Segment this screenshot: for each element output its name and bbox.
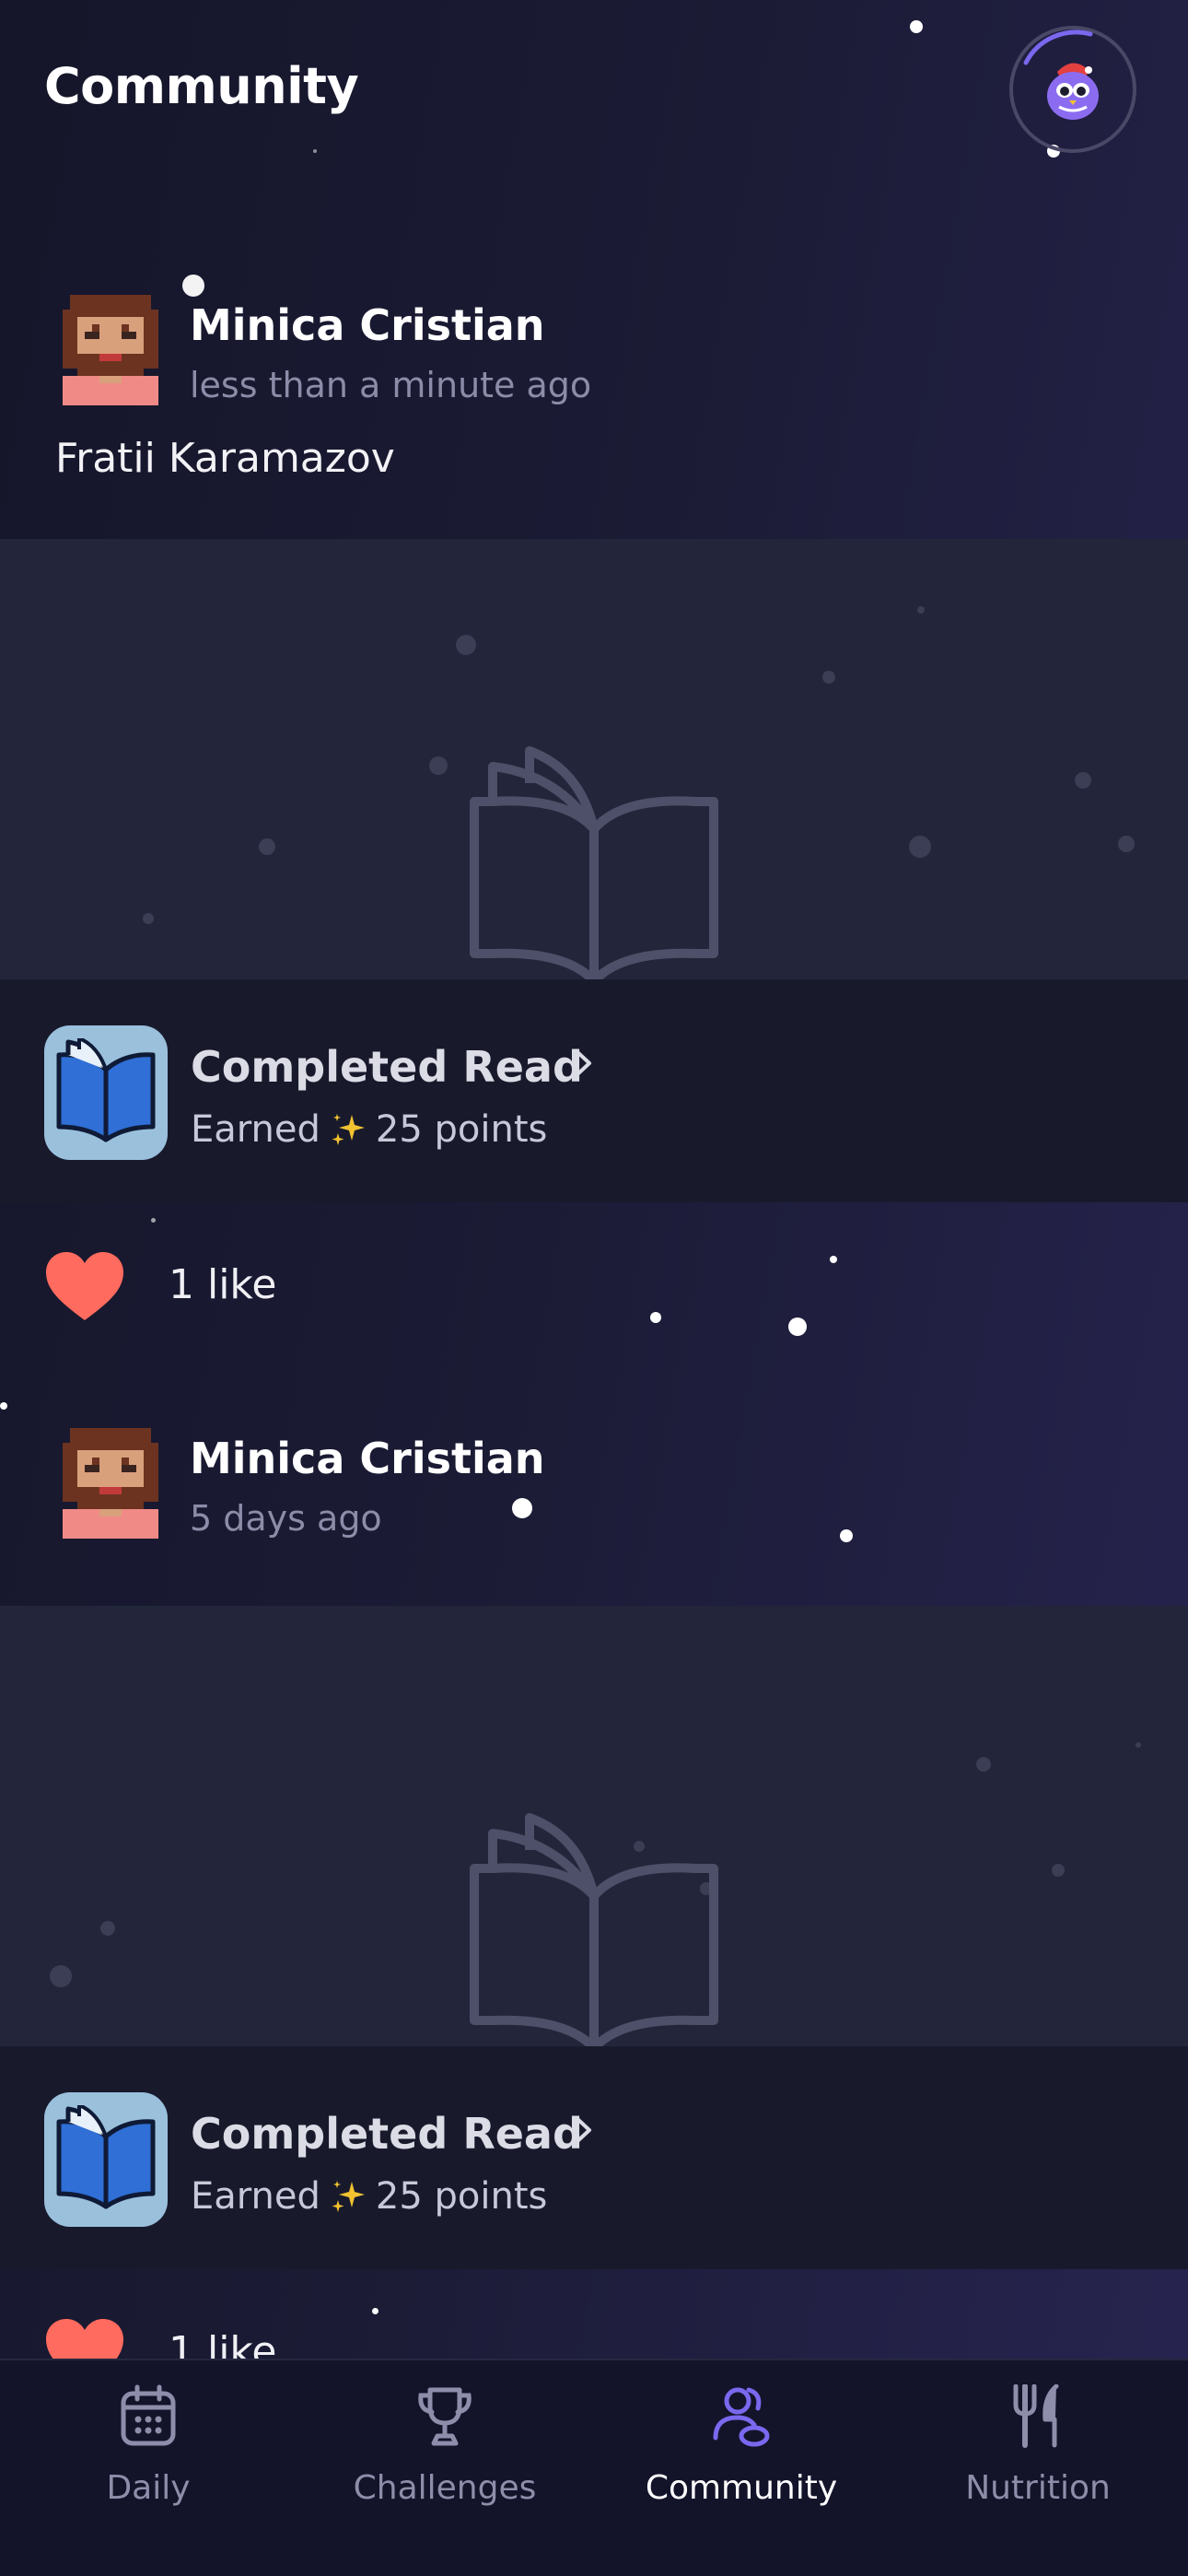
tab-community[interactable]: Community [593, 2360, 890, 2576]
tab-label: Challenges [353, 2469, 537, 2507]
fork-knife-icon [1013, 2384, 1059, 2448]
activity-card[interactable]: Completed Read Earned 25 points [0, 979, 1188, 1202]
decor-dot [259, 838, 275, 855]
snow-particle [151, 1218, 156, 1223]
avatar[interactable] [63, 293, 158, 407]
sparkle-icon [332, 1114, 365, 1145]
post-text: Fratii Karamazov [55, 435, 395, 482]
activity-card[interactable]: Completed Read Earned 25 points [0, 2046, 1188, 2269]
chevron-right-icon [575, 2116, 591, 2144]
points-earned: Earned 25 points [191, 2175, 547, 2218]
like-count[interactable]: 1 like [169, 1261, 276, 1308]
earned-label: Earned [191, 1108, 320, 1151]
decor-dot [456, 635, 476, 655]
decor-dot [976, 1757, 991, 1772]
tab-label: Daily [106, 2469, 191, 2507]
activity-title: Completed Read [191, 2109, 583, 2159]
post-author[interactable]: Minica Cristian [190, 1434, 545, 1483]
open-book-icon [470, 746, 718, 986]
decor-dot [1136, 1742, 1141, 1748]
points-value: 25 points [375, 2175, 548, 2218]
users-icon [713, 2387, 770, 2447]
calendar-icon [121, 2384, 176, 2446]
decor-dot [1052, 1864, 1065, 1877]
decor-dot [429, 756, 448, 775]
header: Community [0, 0, 1188, 175]
decor-dot [50, 1965, 72, 1987]
bottom-tab-bar: Daily Challenges Community Nutrition [0, 2359, 1188, 2576]
earned-label: Earned [191, 2175, 320, 2218]
decor-dot [143, 913, 154, 924]
tab-label: Community [645, 2469, 838, 2507]
points-earned: Earned 25 points [191, 1108, 547, 1151]
owl-mascot-icon [1047, 63, 1099, 120]
decor-dot [100, 1921, 115, 1936]
post-header: Minica Cristian 5 days ago [0, 1410, 1188, 1603]
points-value: 25 points [375, 1108, 548, 1151]
snow-particle [0, 1402, 7, 1410]
decor-dot [909, 836, 931, 858]
post-header: Minica Cristian less than a minute ago F… [0, 276, 1188, 534]
sparkle-icon [332, 2181, 365, 2212]
decor-dot [1075, 772, 1091, 789]
avatar[interactable] [63, 1426, 158, 1540]
open-book-icon [470, 1813, 718, 2053]
trophy-icon [418, 2387, 472, 2446]
tab-daily[interactable]: Daily [0, 2360, 297, 2576]
activity-title: Completed Read [191, 1042, 583, 1092]
book-badge-icon [44, 1025, 168, 1160]
like-row: 1 like [0, 1230, 1188, 1341]
decor-dot [822, 671, 835, 684]
post-author[interactable]: Minica Cristian [190, 300, 545, 350]
decor-dot [917, 606, 925, 614]
profile-button[interactable] [1009, 26, 1136, 153]
tab-challenges[interactable]: Challenges [297, 2360, 593, 2576]
post-timestamp: 5 days ago [190, 1498, 382, 1539]
decor-dot [1118, 836, 1135, 852]
tab-label: Nutrition [965, 2469, 1111, 2507]
community-screen: Community Minica Cristian less than a mi… [0, 0, 1188, 2576]
page-title: Community [44, 57, 359, 115]
heart-icon[interactable] [44, 1250, 125, 1324]
book-badge-icon [44, 2092, 168, 2227]
chevron-right-icon [575, 1049, 591, 1077]
post-media[interactable] [0, 539, 1188, 986]
post-media[interactable] [0, 1606, 1188, 2053]
tab-nutrition[interactable]: Nutrition [890, 2360, 1186, 2576]
post-timestamp: less than a minute ago [190, 365, 592, 405]
